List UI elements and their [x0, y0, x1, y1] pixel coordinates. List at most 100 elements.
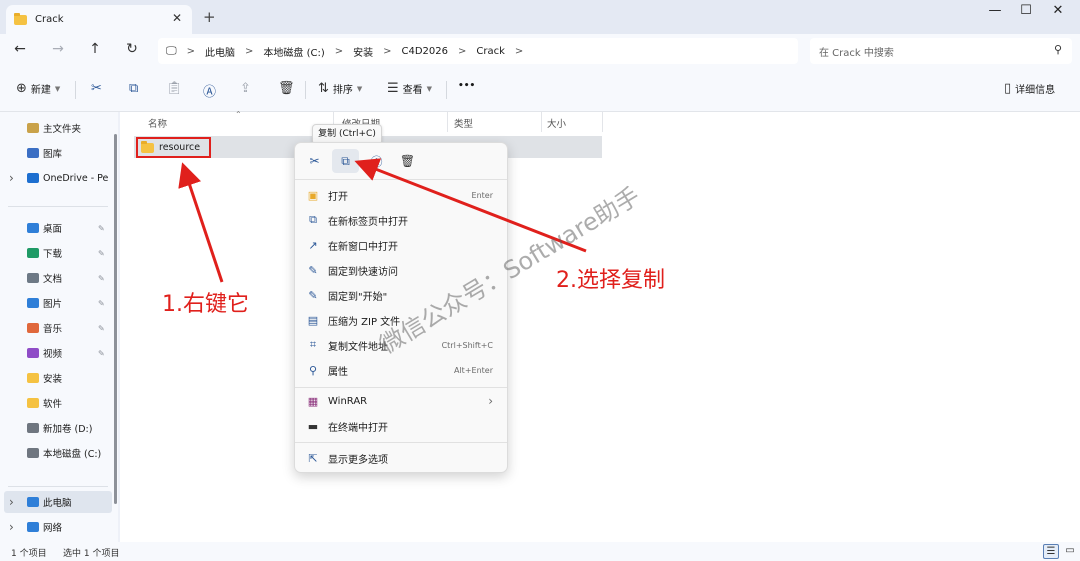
status-bar: 1 个项目 选中 1 个项目 ☰ ▭: [0, 542, 1080, 561]
menu-item-open-terminal[interactable]: ▬ 在终端中打开: [301, 414, 503, 438]
breadcrumb-this-pc[interactable]: 此电脑: [205, 44, 235, 59]
toolbar-divider: [305, 81, 306, 99]
search-input[interactable]: 在 Crack 中搜索 ⚲: [810, 38, 1072, 64]
sidebar-item[interactable]: 图片 ✎: [0, 292, 114, 314]
column-size[interactable]: 大小: [547, 116, 566, 130]
menu-item-shortcut: Enter: [471, 190, 493, 200]
pin-icon: ✎: [98, 273, 105, 283]
sidebar-item-label: 此电脑: [43, 498, 72, 509]
more-options-button[interactable]: •••: [458, 81, 475, 91]
tiles-view-icon[interactable]: ▭: [1062, 544, 1078, 559]
rename-icon[interactable]: Ⓐ: [363, 149, 390, 173]
menu-separator: [295, 442, 507, 443]
chevron-down-icon: ▼: [54, 84, 61, 93]
file-item-resource[interactable]: resource: [136, 137, 211, 158]
share-icon[interactable]: ⇪: [240, 81, 251, 96]
sidebar-item-label: 安装: [43, 374, 63, 385]
close-window-button[interactable]: ✕: [1043, 3, 1073, 18]
toolbar-divider: [75, 81, 76, 99]
breadcrumb-install[interactable]: 安装: [353, 44, 373, 59]
delete-icon[interactable]: 🗑︎: [278, 81, 295, 96]
zip-icon: ▤: [307, 313, 319, 327]
search-icon: ⚲: [1053, 43, 1062, 56]
sidebar-item-label: 图库: [43, 149, 63, 160]
breadcrumb-separator: >: [514, 45, 524, 57]
address-bar[interactable]: 🖵 > 此电脑 > 本地磁盘 (C:) > 安装 > C4D2026 > Cra…: [158, 38, 798, 64]
folder-icon: [14, 12, 27, 25]
up-button[interactable]: ↑: [85, 41, 105, 57]
minimize-button[interactable]: —: [980, 3, 1010, 18]
details-pane-icon: ▯: [1004, 81, 1012, 96]
sidebar-divider: [8, 206, 108, 207]
tab-close-icon[interactable]: ✕: [172, 11, 182, 25]
view-button[interactable]: ☰ 查看 ▼: [387, 81, 432, 96]
details-view-icon[interactable]: ☰: [1043, 544, 1059, 559]
sidebar-item[interactable]: › 此电脑: [4, 491, 112, 513]
new-button[interactable]: ⊕ 新建 ▼: [16, 81, 60, 96]
sidebar-item-label: 主文件夹: [43, 124, 82, 135]
home-icon: [27, 123, 39, 133]
copy-icon[interactable]: ⧉: [129, 81, 138, 96]
chevron-right-icon[interactable]: ›: [9, 520, 14, 534]
desktop-icon: [27, 223, 39, 233]
sidebar-item[interactable]: 桌面 ✎: [0, 217, 114, 239]
new-label: 新建: [30, 85, 51, 96]
menu-item[interactable]: ⧉ 在新标签页中打开: [301, 208, 503, 232]
paste-icon[interactable]: 📋︎: [166, 81, 183, 96]
breadcrumb-crack[interactable]: Crack: [476, 46, 505, 57]
cut-icon[interactable]: ✂: [301, 149, 328, 173]
back-button[interactable]: ←: [10, 41, 30, 57]
sidebar-item[interactable]: 文档 ✎: [0, 267, 114, 289]
sidebar-item[interactable]: 主文件夹: [0, 117, 114, 139]
context-menu-quick-actions: ✂ ⧉ Ⓐ 🗑︎: [301, 149, 421, 173]
menu-item-winrar[interactable]: ▦ WinRAR ›: [301, 389, 503, 413]
sidebar-item[interactable]: 软件: [0, 392, 114, 414]
sidebar-item[interactable]: › OneDrive - Per: [0, 167, 114, 189]
sidebar-item[interactable]: 本地磁盘 (C:): [0, 442, 114, 464]
sidebar-item[interactable]: 下载 ✎: [0, 242, 114, 264]
breadcrumb-c4d2026[interactable]: C4D2026: [402, 46, 449, 57]
address-row: ← → ↑ ↻ 🖵 > 此电脑 > 本地磁盘 (C:) > 安装 > C4D20…: [0, 34, 1080, 68]
rename-icon[interactable]: Ⓐ: [203, 81, 216, 100]
menu-item-label: 属性: [328, 366, 348, 378]
menu-item[interactable]: ▣ 打开 Enter: [301, 183, 503, 207]
chevron-right-icon[interactable]: ›: [9, 171, 14, 185]
menu-item[interactable]: ⚲ 属性 Alt+Enter: [301, 358, 503, 382]
delete-icon[interactable]: 🗑︎: [394, 149, 421, 173]
drive-icon: [27, 423, 39, 433]
sidebar-item[interactable]: 视频 ✎: [0, 342, 114, 364]
chevron-right-icon[interactable]: ›: [9, 495, 14, 509]
computer-icon: 🖵: [166, 44, 177, 57]
sort-label: 排序: [332, 85, 353, 96]
breadcrumb-drive-c[interactable]: 本地磁盘 (C:): [263, 44, 324, 59]
sidebar-item[interactable]: 新加卷 (D:): [0, 417, 114, 439]
details-button[interactable]: ▯ 详细信息: [1004, 81, 1055, 96]
sidebar-item[interactable]: 安装: [0, 367, 114, 389]
new-tab-button[interactable]: +: [203, 8, 216, 26]
refresh-button[interactable]: ↻: [122, 41, 142, 57]
sidebar-item[interactable]: 图库: [0, 142, 114, 164]
sidebar-divider: [8, 486, 108, 487]
menu-item-show-more-options[interactable]: ⇱ 显示更多选项: [301, 446, 503, 470]
menu-item[interactable]: ↗ 在新窗口中打开: [301, 233, 503, 257]
sidebar-scrollbar[interactable]: [114, 112, 118, 510]
cut-icon[interactable]: ✂: [91, 81, 102, 96]
view-label: 查看: [402, 85, 423, 96]
breadcrumb-separator: >: [334, 45, 344, 57]
search-placeholder: 在 Crack 中搜索: [819, 47, 894, 59]
maximize-button[interactable]: ☐: [1011, 3, 1041, 18]
sidebar-item[interactable]: › 网络: [0, 516, 114, 538]
forward-button[interactable]: →: [48, 41, 68, 57]
copy-icon[interactable]: ⧉: [332, 149, 359, 173]
gallery-icon: [27, 148, 39, 158]
column-type[interactable]: 类型: [454, 116, 473, 130]
column-name[interactable]: 名称: [148, 116, 167, 130]
sidebar-item[interactable]: 音乐 ✎: [0, 317, 114, 339]
sort-button[interactable]: ⇅ 排序 ▼: [318, 81, 362, 96]
tab-crack[interactable]: Crack ✕: [6, 5, 192, 34]
scrollbar-thumb[interactable]: [114, 134, 117, 504]
menu-item-label: 在新标签页中打开: [328, 216, 408, 228]
pin-icon: ✎: [98, 248, 105, 258]
menu-separator: [295, 387, 507, 388]
file-list: 名称 ⌃ 修改日期 类型 大小 resource: [120, 110, 1080, 542]
